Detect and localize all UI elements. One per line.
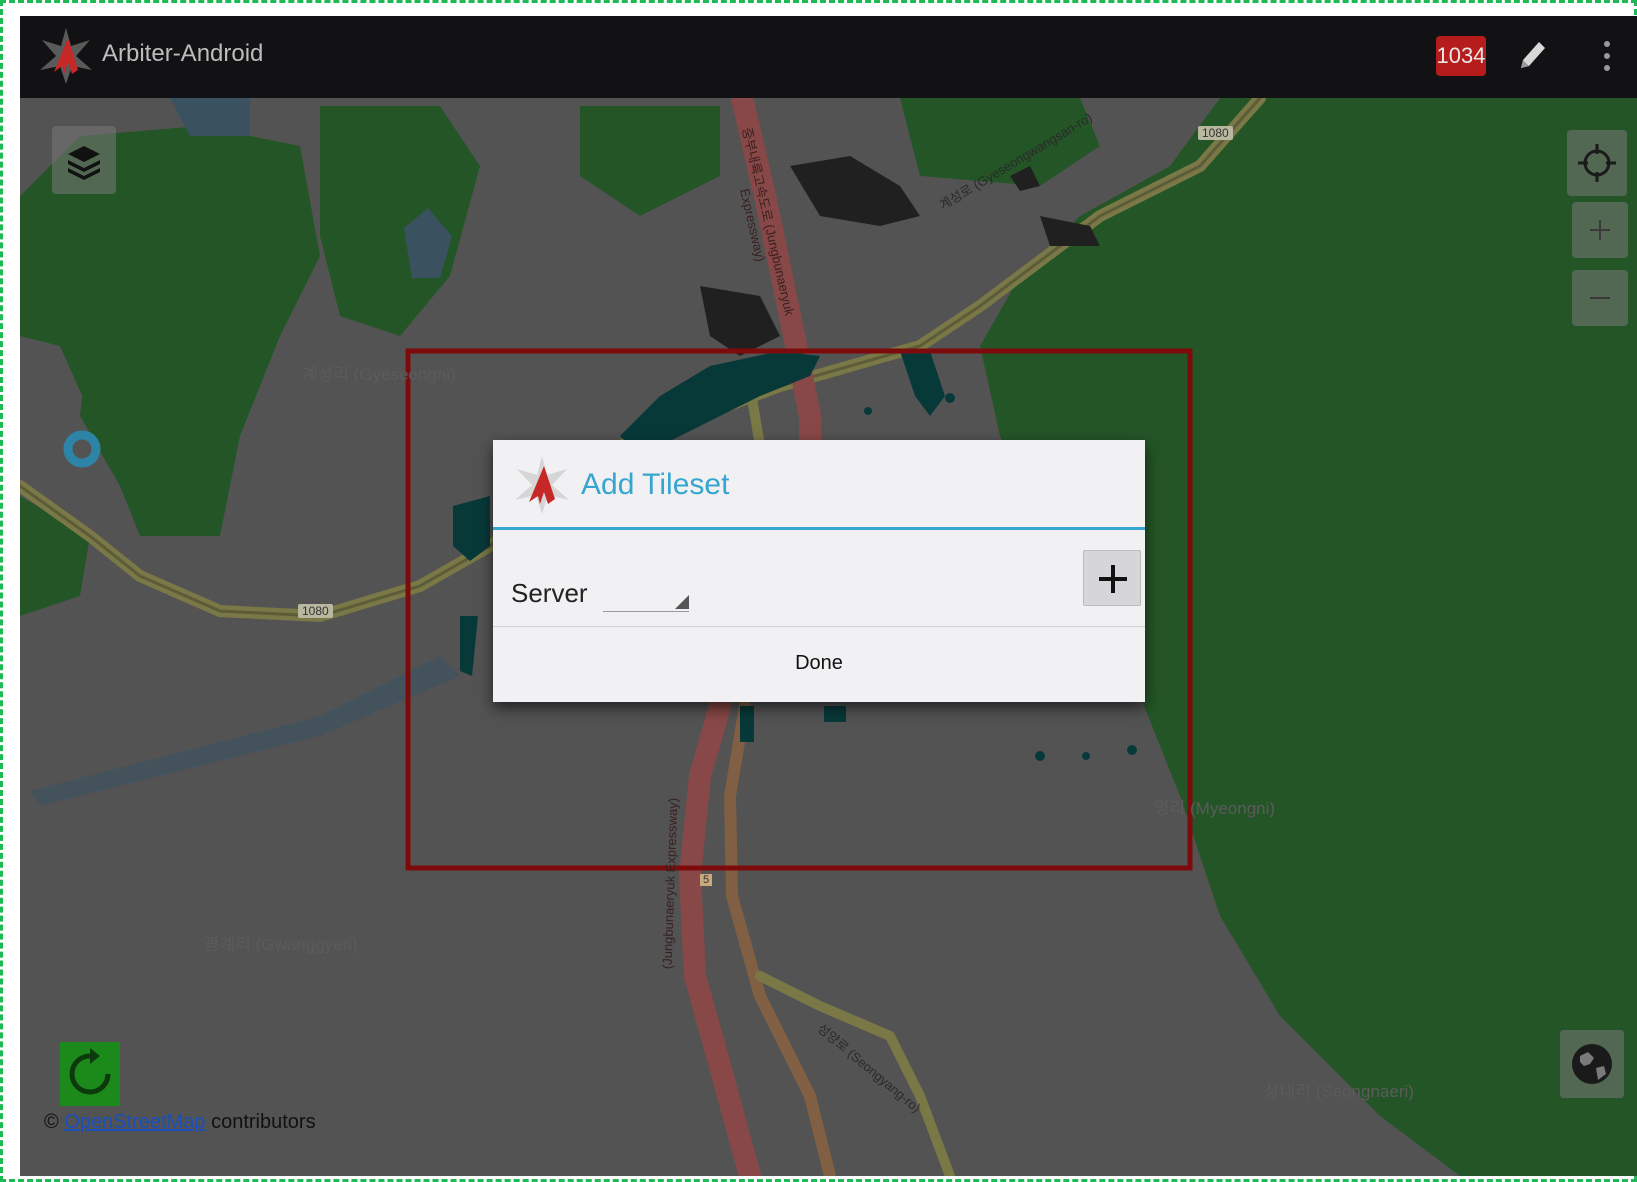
map-label-seongnaeri: 상내리 (Seongnaeri): [1264, 1082, 1414, 1101]
map-label-myeongni: 명리 (Myeongni): [1154, 799, 1276, 818]
zoom-in-button[interactable]: [1572, 202, 1628, 258]
pencil-icon[interactable]: [1513, 36, 1549, 76]
map-label-gwanggyeri: 광계리 (Gwanggyeri): [204, 935, 358, 954]
more-vert-icon[interactable]: [1600, 38, 1614, 74]
copyright-symbol: ©: [44, 1111, 59, 1133]
refresh-button[interactable]: [60, 1042, 120, 1106]
server-dropdown[interactable]: [603, 580, 689, 612]
map-label-route-1080-west: 1080: [298, 604, 333, 618]
plus-icon: [1099, 565, 1127, 593]
map-label-route-1080-east: 1080: [1198, 126, 1233, 140]
server-label: Server: [511, 578, 588, 608]
crosshair-icon: [1578, 144, 1616, 182]
zoom-out-button[interactable]: [1572, 270, 1628, 326]
my-location-button[interactable]: [1567, 130, 1627, 196]
app-toolbar: Arbiter-Android 1034: [20, 16, 1637, 98]
map-attribution: © OpenStreetMap contributors: [44, 1111, 316, 1134]
app-screen: 계성리 (Gyeseongni) 광계리 (Gwanggyeri) 명리 (My…: [20, 16, 1637, 1176]
minus-icon: [1590, 297, 1610, 299]
plus-icon: [1590, 220, 1610, 240]
add-tileset-dialog: Add Tileset Server Done: [493, 440, 1145, 702]
globe-button[interactable]: [1560, 1030, 1624, 1098]
app-title: Arbiter-Android: [102, 40, 264, 67]
globe-icon: [1572, 1044, 1612, 1084]
add-server-button[interactable]: [1083, 550, 1141, 606]
arbiter-logo-icon: [40, 28, 92, 84]
dialog-title: Add Tileset: [581, 468, 730, 501]
dropdown-arrow-icon: [675, 595, 689, 609]
layers-button[interactable]: [52, 126, 116, 194]
layers-icon: [68, 146, 100, 180]
attribution-suffix: contributors: [211, 1111, 316, 1133]
arbiter-logo-icon: [515, 456, 569, 514]
notification-count-badge[interactable]: 1034: [1436, 36, 1486, 76]
dialog-header: Add Tileset: [493, 440, 1145, 530]
refresh-icon: [69, 1048, 111, 1095]
openstreetmap-link[interactable]: OpenStreetMap: [64, 1111, 205, 1133]
map-label-route-5: 5: [700, 874, 713, 886]
map-label-gyeseongni: 계성리 (Gyeseongni): [302, 365, 456, 384]
done-button[interactable]: Done: [493, 627, 1145, 702]
